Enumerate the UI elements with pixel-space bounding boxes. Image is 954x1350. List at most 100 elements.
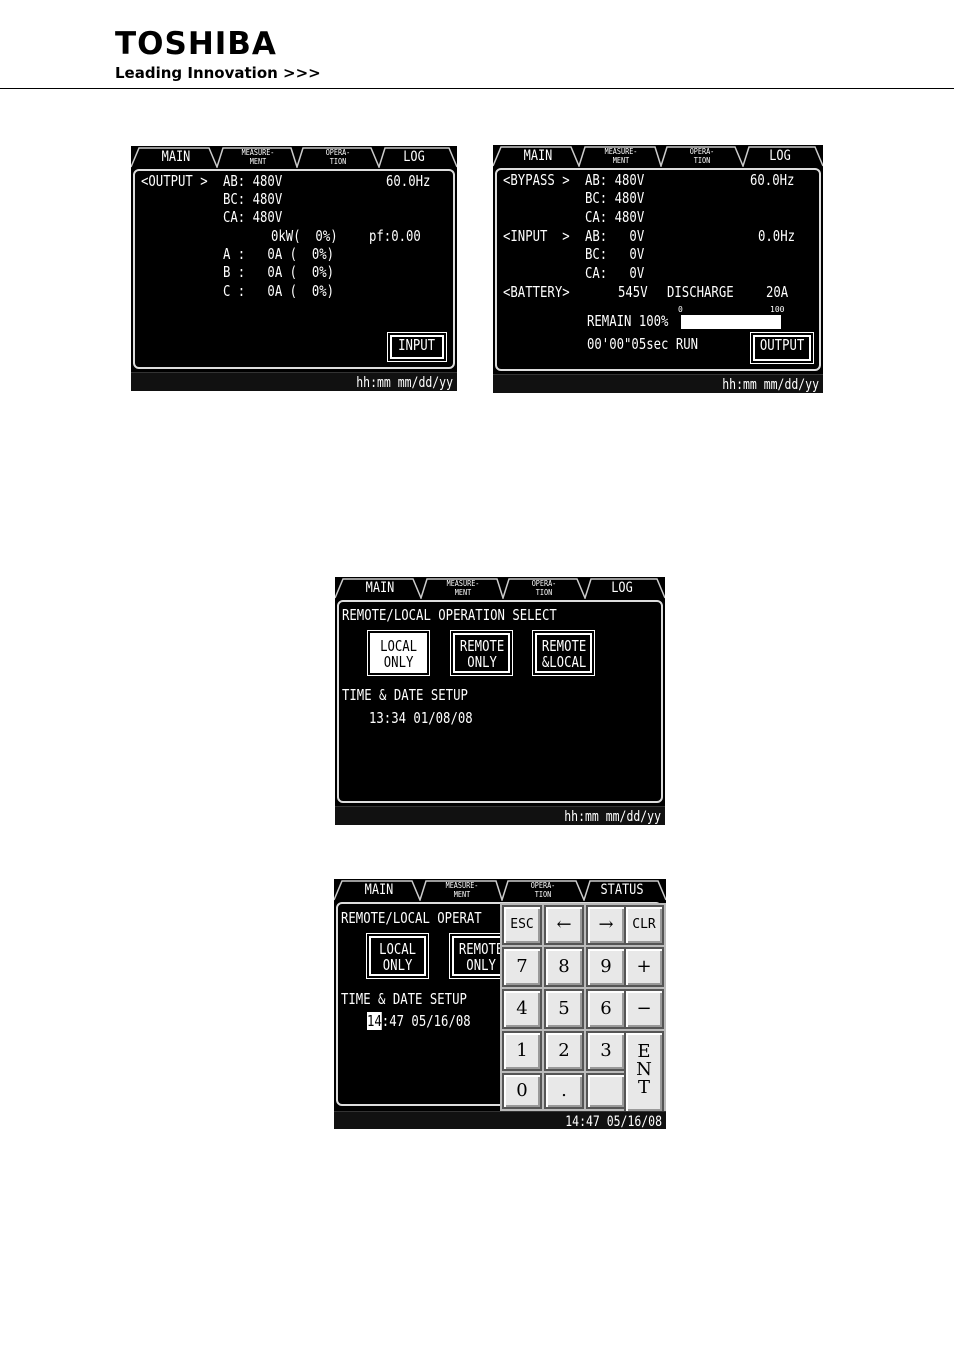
output-kw: 0kW( 0%) <box>271 227 338 245</box>
input-freq: 0.0Hz <box>758 227 796 245</box>
screen-operation: MAIN MEASURE- MENT OPERA- TION LOG REMOT… <box>335 577 665 825</box>
remote-local-button[interactable]: REMOTE &LOCAL <box>532 630 595 676</box>
tab-bar: MAIN MEASURE- MENT OPERA- TION STATUS <box>334 879 666 901</box>
key-plus[interactable]: + <box>624 947 664 987</box>
key-9[interactable]: 9 <box>586 947 626 987</box>
bypass-ca: CA: 480V <box>585 208 645 226</box>
bypass-freq: 60.0Hz <box>750 171 795 189</box>
battery-voltage: 545V <box>618 283 648 301</box>
key-enter[interactable]: E N T <box>624 1031 664 1113</box>
input-label: <INPUT > <box>503 227 570 245</box>
bypass-bc: BC: 480V <box>585 189 645 207</box>
tab-main[interactable]: MAIN <box>349 880 409 900</box>
output-phase-c: C : 0A ( 0%) <box>223 282 335 300</box>
key-4[interactable]: 4 <box>502 989 542 1029</box>
key-5[interactable]: 5 <box>544 989 584 1029</box>
key-2[interactable]: 2 <box>544 1031 584 1071</box>
output-pf: pf:0.00 <box>369 227 421 245</box>
output-ca: CA: 480V <box>223 208 283 226</box>
remote-only-button[interactable]: REMOTE ONLY <box>450 630 513 676</box>
battery-discharge: DISCHARGE <box>667 283 734 301</box>
remote-only-label: REMOTE ONLY <box>459 637 505 671</box>
input-ab: AB: 0V <box>585 227 645 245</box>
tab-measurement[interactable]: MEASURE- MENT <box>428 881 496 901</box>
remain-label: REMAIN 100% <box>587 312 669 330</box>
tab-main[interactable]: MAIN <box>508 146 568 166</box>
status-bar: hh:mm mm/dd/yy <box>335 806 665 825</box>
key-8[interactable]: 8 <box>544 947 584 987</box>
output-bc: BC: 480V <box>223 190 283 208</box>
time-date-value[interactable]: 13:34 01/08/08 <box>369 709 473 727</box>
time-date-value[interactable]: 14:47 05/16/08 <box>367 1012 471 1030</box>
tab-operation[interactable]: OPERA- TION <box>511 579 577 599</box>
input-button-label: INPUT <box>398 336 436 354</box>
remain-bar-max: 100 <box>770 305 785 314</box>
key-1[interactable]: 1 <box>502 1031 542 1071</box>
screen-operation-keypad: MAIN MEASURE- MENT OPERA- TION STATUS RE… <box>334 879 666 1129</box>
remote-local-label: REMOTE &LOCAL <box>541 637 587 671</box>
tab-bar: MAIN MEASURE- MENT OPERA- TION LOG <box>335 577 665 599</box>
battery-current: 20A <box>766 283 789 301</box>
input-ca: CA: 0V <box>585 264 645 282</box>
tab-measurement[interactable]: MEASURE- MENT <box>429 579 497 599</box>
local-only-label: LOCAL ONLY <box>378 940 417 974</box>
tab-main[interactable]: MAIN <box>146 147 206 167</box>
runtime: 00'00"05sec RUN <box>587 335 699 353</box>
tab-log[interactable]: LOG <box>386 147 442 167</box>
key-minus[interactable]: − <box>624 989 664 1029</box>
key-7[interactable]: 7 <box>502 947 542 987</box>
local-only-button[interactable]: LOCAL ONLY <box>367 630 430 676</box>
key-decimal[interactable]: . <box>544 1073 584 1109</box>
key-6[interactable]: 6 <box>586 989 626 1029</box>
tab-operation[interactable]: OPERA- TION <box>510 881 576 901</box>
status-datetime: hh:mm mm/dd/yy <box>722 377 819 393</box>
time-date-rest: :47 05/16/08 <box>381 1012 471 1030</box>
key-3[interactable]: 3 <box>586 1031 626 1071</box>
key-0[interactable]: 0 <box>502 1073 542 1109</box>
status-bar: 14:47 05/16/08 <box>334 1111 666 1129</box>
tab-log[interactable]: LOG <box>750 146 810 166</box>
tab-measurement[interactable]: MEASURE- MENT <box>587 147 655 167</box>
tab-operation[interactable]: OPERA- TION <box>669 147 735 167</box>
battery-label: <BATTERY> <box>503 283 570 301</box>
key-blank[interactable] <box>586 1073 626 1109</box>
tab-log[interactable]: LOG <box>592 578 652 598</box>
tab-operation[interactable]: OPERA- TION <box>305 148 371 168</box>
screen-measurement-bypass: MAIN MEASURE- MENT OPERA- TION LOG <BYPA… <box>493 145 823 393</box>
brand-tagline: Leading Innovation >>> <box>115 64 321 82</box>
screen-measurement-output: MAIN MEASURE- MENT OPERA- TION LOG <OUTP… <box>131 146 457 391</box>
numeric-keypad: ESC ← → CLR 7 8 9 + 4 5 6 − 1 2 3 E N T … <box>500 903 666 1113</box>
output-button[interactable]: OUTPUT <box>750 332 814 364</box>
output-button-label: OUTPUT <box>759 336 805 354</box>
status-bar: hh:mm mm/dd/yy <box>131 372 457 391</box>
time-date-title: TIME & DATE SETUP <box>341 990 467 1008</box>
key-clr[interactable]: CLR <box>624 905 664 945</box>
tab-bar: MAIN MEASURE- MENT OPERA- TION LOG <box>493 145 823 167</box>
toshiba-logo: TOSHIBA Leading Innovation >>> <box>115 28 321 82</box>
output-label: <OUTPUT > <box>141 172 208 190</box>
time-date-title: TIME & DATE SETUP <box>342 686 468 704</box>
bypass-ab: AB: 480V <box>585 171 645 189</box>
status-datetime: hh:mm mm/dd/yy <box>564 809 661 825</box>
key-right-arrow[interactable]: → <box>586 905 626 945</box>
time-hour-cursor[interactable]: 14 <box>367 1012 382 1030</box>
remote-only-label: REMOTE ONLY <box>458 940 504 974</box>
local-only-button[interactable]: LOCAL ONLY <box>366 933 429 979</box>
operation-select-title: REMOTE/LOCAL OPERAT <box>341 909 482 927</box>
key-left-arrow[interactable]: ← <box>544 905 584 945</box>
header-divider <box>0 88 954 89</box>
remain-bar-min: 0 <box>678 305 683 314</box>
key-esc[interactable]: ESC <box>502 905 542 945</box>
tab-measurement[interactable]: MEASURE- MENT <box>225 148 291 168</box>
input-bc: BC: 0V <box>585 245 645 263</box>
output-phase-b: B : 0A ( 0%) <box>223 263 335 281</box>
brand-name: TOSHIBA <box>115 26 277 62</box>
tab-main[interactable]: MAIN <box>350 578 410 598</box>
tab-status[interactable]: STATUS <box>591 880 652 900</box>
input-button[interactable]: INPUT <box>387 332 447 362</box>
output-phase-a: A : 0A ( 0%) <box>223 245 335 263</box>
status-datetime: 14:47 05/16/08 <box>565 1114 662 1129</box>
remain-level-bar <box>681 315 781 329</box>
tab-bar: MAIN MEASURE- MENT OPERA- TION LOG <box>131 146 457 168</box>
bypass-label: <BYPASS > <box>503 171 570 189</box>
